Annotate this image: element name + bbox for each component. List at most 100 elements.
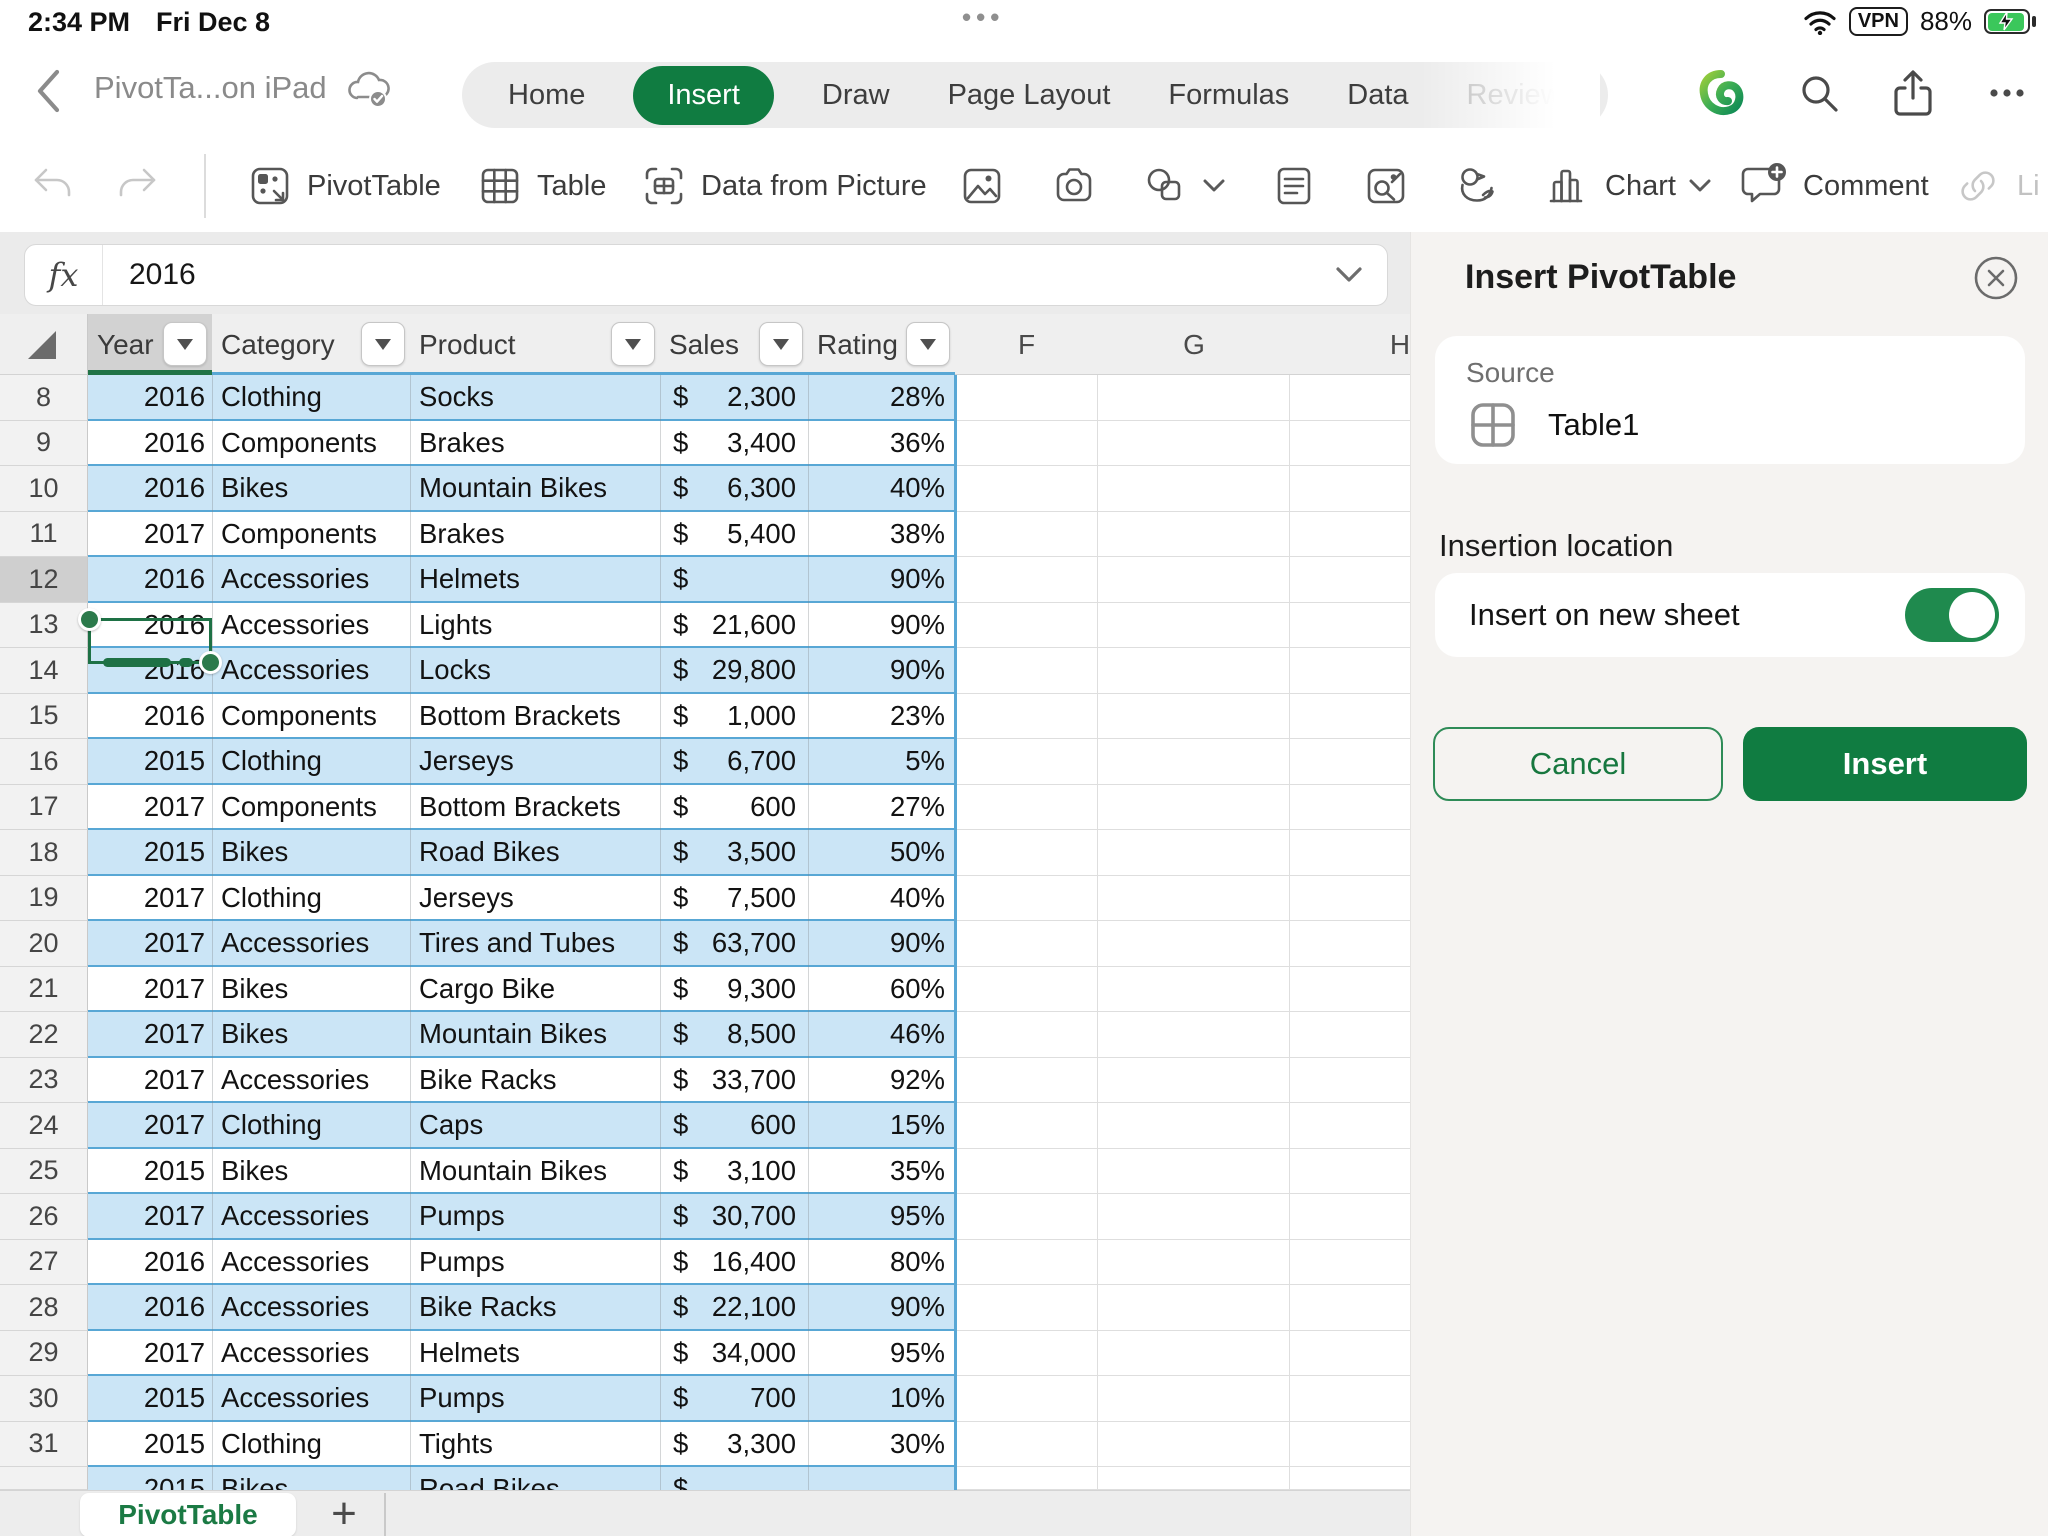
comment-button[interactable]: Comment <box>1738 140 1929 232</box>
cell-category[interactable]: Components <box>212 512 410 556</box>
column-header-rating[interactable]: Rating <box>808 314 955 375</box>
cell-category[interactable]: Accessories <box>212 1331 410 1375</box>
camera-icon[interactable] <box>1050 140 1098 232</box>
cell-sales[interactable]: $700 <box>660 1376 808 1420</box>
cell-category[interactable]: Accessories <box>212 1285 410 1329</box>
cell-rating[interactable]: 60% <box>808 967 955 1011</box>
cell-product[interactable]: Lights <box>410 603 660 647</box>
copilot-icon[interactable] <box>1694 66 1748 120</box>
cell-rating[interactable]: 90% <box>808 648 955 692</box>
cell-year[interactable]: 2016 <box>88 466 212 510</box>
empty-cells[interactable] <box>955 739 1410 785</box>
cell-product[interactable]: Pumps <box>410 1376 660 1420</box>
share-icon[interactable] <box>1890 68 1936 118</box>
cell-category[interactable]: Bikes <box>212 967 410 1011</box>
row-number[interactable]: 27 <box>0 1239 88 1285</box>
cell-year[interactable]: 2017 <box>88 512 212 556</box>
cell-product[interactable]: Bottom Brackets <box>410 694 660 738</box>
cell-year[interactable]: 2015 <box>88 1422 212 1466</box>
source-value[interactable]: Table1 <box>1548 407 1639 443</box>
cell-rating[interactable]: 90% <box>808 603 955 647</box>
empty-cells[interactable] <box>955 1421 1410 1467</box>
undo-button[interactable] <box>28 140 78 232</box>
cell-product[interactable]: Brakes <box>410 512 660 556</box>
text-box-icon[interactable] <box>1270 140 1318 232</box>
row-number[interactable]: 24 <box>0 1103 88 1149</box>
cell-rating[interactable]: 50% <box>808 830 955 874</box>
cell-sales[interactable]: $600 <box>660 785 808 829</box>
insert-picture-icon[interactable] <box>958 140 1006 232</box>
column-header-f[interactable]: F <box>955 314 1098 375</box>
empty-cells[interactable] <box>955 1239 1410 1285</box>
formula-expand-icon[interactable] <box>1335 266 1387 284</box>
cell-category[interactable]: Accessories <box>212 921 410 965</box>
row-number[interactable]: 11 <box>0 511 88 557</box>
cell-category[interactable]: Bikes <box>212 466 410 510</box>
cell-category[interactable]: Accessories <box>212 1240 410 1284</box>
more-menu-icon[interactable] <box>1984 70 2030 116</box>
tab-page-layout[interactable]: Page Layout <box>948 79 1111 112</box>
empty-cells[interactable] <box>955 375 1410 421</box>
cell-rating[interactable]: 90% <box>808 921 955 965</box>
row-number[interactable]: 30 <box>0 1376 88 1422</box>
cell-category[interactable]: Accessories <box>212 1194 410 1238</box>
cell-product[interactable]: Pumps <box>410 1194 660 1238</box>
link-button[interactable]: Li <box>1952 140 2040 232</box>
cell-category[interactable]: Bikes <box>212 1149 410 1193</box>
empty-cells[interactable] <box>955 1148 1410 1194</box>
empty-cells[interactable] <box>955 693 1410 739</box>
cell-sales[interactable]: $1,000 <box>660 694 808 738</box>
cell-year[interactable]: 2017 <box>88 1194 212 1238</box>
filter-dropdown-button[interactable] <box>759 322 803 366</box>
cell-category[interactable]: Accessories <box>212 1376 410 1420</box>
chart-button[interactable]: Chart <box>1544 140 1711 232</box>
add-sheet-button[interactable]: + <box>318 1491 370 1536</box>
cell-category[interactable]: Accessories <box>212 1058 410 1102</box>
cell-sales[interactable]: $22,100 <box>660 1285 808 1329</box>
cell-sales[interactable]: $16,400 <box>660 1240 808 1284</box>
empty-cells[interactable] <box>955 511 1410 557</box>
cell-product[interactable]: Caps <box>410 1103 660 1147</box>
row-number[interactable]: 25 <box>0 1148 88 1194</box>
data-from-picture-button[interactable]: Data from Picture <box>640 140 927 232</box>
cell-product[interactable]: Brakes <box>410 421 660 465</box>
cell-sales[interactable]: $2,300 <box>660 375 808 419</box>
row-number[interactable]: 15 <box>0 693 88 739</box>
cell-product[interactable]: Tights <box>410 1422 660 1466</box>
empty-cells[interactable] <box>955 784 1410 830</box>
row-number[interactable]: 22 <box>0 1012 88 1058</box>
cell-sales[interactable]: $ <box>660 557 808 601</box>
row-number[interactable]: 12 <box>0 557 88 603</box>
icons-duck-button[interactable] <box>1452 140 1502 232</box>
tab-review[interactable]: Review <box>1467 79 1562 112</box>
cell-year[interactable]: 2016 <box>88 557 212 601</box>
cell-rating[interactable]: 90% <box>808 557 955 601</box>
column-header-h[interactable]: H <box>1290 314 1410 375</box>
empty-cells[interactable] <box>955 830 1410 876</box>
cell-year[interactable]: 2016 <box>88 375 212 419</box>
row-number[interactable]: 20 <box>0 921 88 967</box>
cell-rating[interactable]: 80% <box>808 1240 955 1284</box>
cell-sales[interactable]: $34,000 <box>660 1331 808 1375</box>
cell-product[interactable]: Locks <box>410 648 660 692</box>
cell-rating[interactable]: 36% <box>808 421 955 465</box>
cell-category[interactable]: Components <box>212 694 410 738</box>
empty-cells[interactable] <box>955 1012 1410 1058</box>
tab-draw[interactable]: Draw <box>822 79 890 112</box>
cell-product[interactable]: Mountain Bikes <box>410 1012 660 1056</box>
tab-data[interactable]: Data <box>1347 79 1408 112</box>
cell-sales[interactable]: $3,400 <box>660 421 808 465</box>
filter-dropdown-button[interactable] <box>361 322 405 366</box>
cell-product[interactable]: Helmets <box>410 1331 660 1375</box>
row-number[interactable]: 9 <box>0 420 88 466</box>
empty-cells[interactable] <box>955 1285 1410 1331</box>
cell-product[interactable]: Jerseys <box>410 739 660 783</box>
cell-category[interactable]: Clothing <box>212 1103 410 1147</box>
filter-dropdown-button[interactable] <box>906 322 950 366</box>
cell-product[interactable]: Road Bikes <box>410 1467 660 1490</box>
row-number[interactable]: 26 <box>0 1194 88 1240</box>
cell-year[interactable]: 2015 <box>88 830 212 874</box>
cell-rating[interactable] <box>808 1467 955 1490</box>
fill-handle-dash-small[interactable] <box>179 657 193 667</box>
select-all-corner[interactable] <box>0 314 88 375</box>
